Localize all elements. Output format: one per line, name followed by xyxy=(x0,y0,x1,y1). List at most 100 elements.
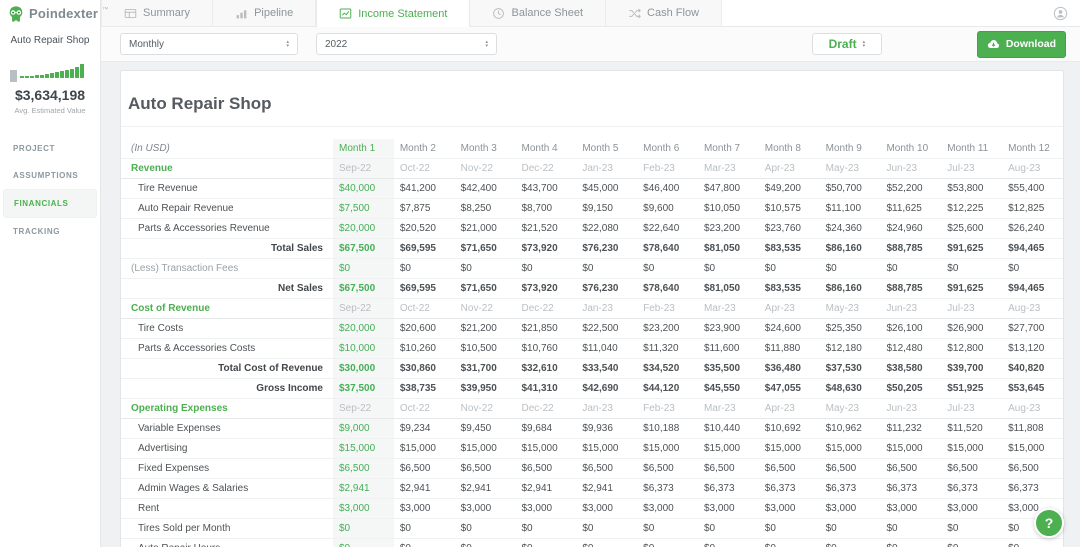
tab-income-statement[interactable]: Income Statement xyxy=(316,0,471,27)
tab-bar: Summary Pipeline Income Statement Balance S… xyxy=(101,0,723,27)
value-cell: $0 xyxy=(515,258,577,279)
value-cell: $10,692 xyxy=(758,418,820,439)
value-cell: $21,200 xyxy=(454,318,516,339)
value-cell: $32,610 xyxy=(515,358,577,379)
value-cell: $3,000 xyxy=(454,498,516,519)
value-cell: $20,600 xyxy=(393,318,455,339)
value-cell: $91,625 xyxy=(941,278,1003,299)
value-cell: $50,700 xyxy=(819,178,881,199)
row-label: Auto Repair Revenue xyxy=(121,198,333,219)
brand-trademark: ™ xyxy=(102,6,109,13)
table-row: Total Cost of Revenue $30,000 $30,860 $31,7… xyxy=(121,358,1063,379)
brand-logo[interactable]: Poindexter ™ xyxy=(0,0,108,27)
date-cell: Apr-23 xyxy=(758,157,820,179)
row-label: Parts & Accessories Revenue xyxy=(121,218,333,239)
value-cell: $45,000 xyxy=(576,178,638,199)
row-label: Parts & Accessories Costs xyxy=(121,338,333,359)
value-cell: $83,535 xyxy=(758,278,820,299)
month-column-header: Month 4 xyxy=(515,138,577,159)
tab-cash-flow[interactable]: Cash Flow xyxy=(606,0,723,26)
table-header-row: (In USD) Month 1 Month 2 Month 3 Month 4 Mon… xyxy=(121,138,1063,159)
value-cell: $0 xyxy=(758,258,820,279)
sparkline-lead-bar xyxy=(10,70,17,82)
value-cell: $81,050 xyxy=(697,278,759,299)
value-cell: $0 xyxy=(941,258,1003,279)
row-label: Rent xyxy=(121,498,333,519)
value-cell: $0 xyxy=(1002,538,1063,547)
value-cell: $12,480 xyxy=(880,338,942,359)
sparkline-bar xyxy=(35,75,39,78)
sparkline-bar xyxy=(70,69,74,78)
value-cell: $0 xyxy=(333,538,394,547)
value-cell: $94,465 xyxy=(1002,238,1063,259)
date-cell: Aug-23 xyxy=(1002,297,1063,319)
value-cell: $11,600 xyxy=(697,338,759,359)
value-cell: $0 xyxy=(637,538,698,547)
date-cell: Jan-23 xyxy=(576,157,638,179)
date-cell: Sep-22 xyxy=(333,297,394,319)
date-cell: Dec-22 xyxy=(515,297,577,319)
table-row: Net Sales $67,500 $69,595 $71,650 $73,920 $76… xyxy=(121,278,1063,299)
table-row: Admin Wages & Salaries $2,941 $2,941 $2,941… xyxy=(121,478,1063,499)
month-column-header: Month 1 xyxy=(333,138,394,159)
date-cell: Dec-22 xyxy=(515,157,577,179)
value-cell: $88,785 xyxy=(880,238,942,259)
value-cell: $88,785 xyxy=(880,278,942,299)
date-cell: Oct-22 xyxy=(393,397,455,419)
sparkline-bar xyxy=(25,76,29,78)
income-statement-icon xyxy=(339,7,352,20)
tab-balance-sheet[interactable]: Balance Sheet xyxy=(470,0,607,26)
value-cell: $94,465 xyxy=(1002,278,1063,299)
value-cell: $8,250 xyxy=(454,198,516,219)
value-cell: $11,232 xyxy=(880,418,942,439)
user-help-icon[interactable] xyxy=(1053,0,1068,26)
value-cell: $81,050 xyxy=(697,238,759,259)
row-label: Operating Expenses xyxy=(121,397,333,419)
value-cell: $22,640 xyxy=(637,218,698,239)
row-label: Tire Revenue xyxy=(121,178,333,199)
poindexter-logo-icon xyxy=(7,5,25,23)
balance-sheet-icon xyxy=(492,7,505,20)
value-cell: $41,310 xyxy=(515,378,577,399)
select-caret-icon xyxy=(485,40,488,49)
date-cell: Feb-23 xyxy=(637,157,698,179)
value-cell: $47,055 xyxy=(758,378,820,399)
status-select[interactable]: Draft xyxy=(811,33,882,55)
project-name: Auto Repair Shop xyxy=(10,35,90,46)
value-cell: $2,941 xyxy=(454,478,516,499)
value-cell: $43,700 xyxy=(515,178,577,199)
download-button[interactable]: Download xyxy=(976,30,1066,58)
sparkline-bar xyxy=(55,72,59,78)
value-cell: $41,200 xyxy=(393,178,455,199)
value-cell: $15,000 xyxy=(758,438,820,459)
help-fab-button[interactable]: ? xyxy=(1034,508,1064,538)
value-cell: $11,520 xyxy=(941,418,1003,439)
main-content: Auto Repair Shop (In USD) Month 1 Month 2… xyxy=(101,62,1080,547)
sidebar-item-tracking[interactable]: TRACKING xyxy=(0,218,100,245)
value-cell: $10,962 xyxy=(819,418,881,439)
sidebar-item-assumptions[interactable]: ASSUMPTIONS xyxy=(0,162,100,189)
sidebar-item-financials[interactable]: FINANCIALS xyxy=(3,189,97,218)
value-cell: $11,320 xyxy=(637,338,698,359)
estimated-value-caption: Avg. Estimated Value xyxy=(14,106,86,115)
year-select[interactable]: 2022 xyxy=(316,33,497,55)
sparkline-bar xyxy=(60,71,64,78)
date-cell: Jan-23 xyxy=(576,397,638,419)
value-cell: $24,600 xyxy=(758,318,820,339)
sidebar-item-project[interactable]: PROJECT xyxy=(0,135,100,162)
period-select[interactable]: Monthly xyxy=(120,33,298,55)
value-cell: $30,000 xyxy=(333,358,394,379)
value-cell: $6,500 xyxy=(454,458,516,479)
value-cell: $69,595 xyxy=(393,278,455,299)
tab-pipeline[interactable]: Pipeline xyxy=(213,0,317,26)
top-navbar: Summary Pipeline Income Statement Balance S… xyxy=(101,0,1080,27)
value-cell: $31,700 xyxy=(454,358,516,379)
tab-summary[interactable]: Summary xyxy=(101,0,214,26)
month-column-header: Month 9 xyxy=(819,138,881,159)
value-cell: $52,200 xyxy=(880,178,942,199)
value-cell: $12,180 xyxy=(819,338,881,359)
value-cell: $6,500 xyxy=(880,458,942,479)
help-fab-label: ? xyxy=(1044,515,1054,531)
cash-flow-icon xyxy=(628,7,641,20)
tab-label: Balance Sheet xyxy=(511,7,584,19)
